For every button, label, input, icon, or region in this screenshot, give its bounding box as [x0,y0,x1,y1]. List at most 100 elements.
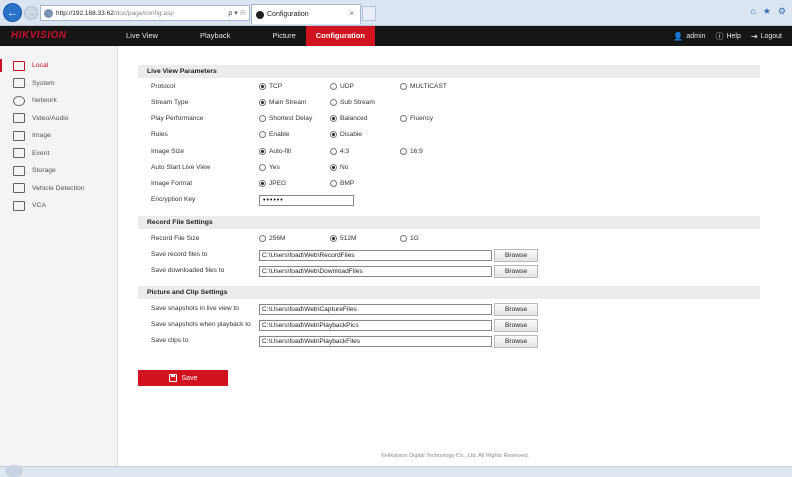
row-encryption-key: Encryption Key •••••• [151,195,751,207]
logout-label: Logout [760,32,782,40]
sidebar-item-storage[interactable]: Storage [0,162,117,180]
sidebar-item-local[interactable]: Local [0,57,117,75]
radio-rules-disable[interactable]: Disable [330,131,362,138]
encryption-key-input[interactable]: •••••• [259,195,354,206]
field-label: Auto Start Live View [151,164,211,171]
save-label: Save [181,374,198,382]
radio-512m[interactable]: 512M [330,235,357,242]
network-icon [13,95,25,106]
row-image-format: Image Format JPEG BMP [151,179,751,191]
logout-link[interactable]: ⇥ Logout [751,32,782,41]
radio-balanced[interactable]: Balanced [330,115,368,122]
radio-selected-icon [330,131,337,138]
radio-protocol-tcp[interactable]: TCP [259,83,282,90]
record-path-input[interactable]: C:\Users\foad\Web\RecordFiles [259,250,492,261]
radio-auto-fill[interactable]: Auto-fill [259,148,291,155]
star-icon[interactable]: ★ [763,6,771,17]
tab-close-icon[interactable]: × [349,9,354,18]
monitor-icon [13,60,25,71]
row-image-size: Image Size Auto-fill 4:3 16:9 [151,147,751,159]
browse-button[interactable]: Browse [494,249,538,262]
help-link[interactable]: ⓘ Help [715,31,740,42]
sidebar-item-system[interactable]: System [0,75,117,93]
radio-jpeg[interactable]: JPEG [259,180,286,187]
nav-live-view[interactable]: Live View [116,26,168,46]
new-tab-button[interactable] [362,6,376,21]
sidebar-item-label: Video/Audio [32,114,69,122]
start-orb-icon[interactable] [5,465,23,477]
radio-auto-start-yes[interactable]: Yes [259,164,280,171]
radio-selected-icon [259,180,266,187]
nav-configuration[interactable]: Configuration [305,26,375,46]
capture-path-input[interactable]: C:\Users\foad\Web\CaptureFiles [259,304,492,315]
url-host: http://192.168.33.62 [56,9,114,17]
image-icon [13,130,25,141]
sidebar-item-video-audio[interactable]: Video/Audio [0,110,117,128]
browser-tab[interactable]: Configuration × [251,4,361,24]
field-label: Play Performance [151,115,204,122]
back-arrow-icon[interactable]: ← [3,3,22,22]
download-path-input[interactable]: C:\Users\foad\Web\DownloadFiles [259,266,492,277]
radio-protocol-udp[interactable]: UDP [330,83,354,90]
save-button[interactable]: Save [138,370,228,386]
search-refresh-icon[interactable]: ρ ▾ ☉ [228,9,246,17]
field-label: Image Format [151,180,193,187]
radio-icon [330,180,337,187]
playback-pics-path-input[interactable]: C:\Users\foad\Web\PlaybackPics [259,320,492,331]
field-label: Protocol [151,83,176,90]
radio-4-3[interactable]: 4:3 [330,148,349,155]
option-label: Enable [269,131,290,138]
home-icon[interactable]: ⌂ [750,6,755,17]
browse-button[interactable]: Browse [494,303,538,316]
option-label: 16:9 [410,148,423,155]
browse-button[interactable]: Browse [494,319,538,332]
option-label: Yes [269,164,280,171]
radio-rules-enable[interactable]: Enable [259,131,290,138]
radio-protocol-multicast[interactable]: MULTICAST [400,83,447,90]
option-label: No [340,164,349,171]
radio-shortest-delay[interactable]: Shortest Delay [259,115,312,122]
field-label: Save snapshots when playback to [151,321,251,328]
browse-button[interactable]: Browse [494,265,538,278]
radio-1g[interactable]: 1G [400,235,419,242]
sidebar-item-event[interactable]: Event [0,145,117,163]
globe-icon [44,8,53,18]
option-label: Auto-fill [269,148,291,155]
nav-playback[interactable]: Playback [190,26,240,46]
sidebar-item-label: Network [32,97,57,105]
radio-bmp[interactable]: BMP [330,180,354,187]
address-bar[interactable]: http://192.168.33.62 /doc/page/config.as… [40,5,250,21]
sidebar-item-network[interactable]: Network [0,92,117,110]
radio-auto-start-no[interactable]: No [330,164,348,171]
forward-arrow-icon[interactable]: → [24,6,38,20]
radio-main-stream[interactable]: Main Stream [259,99,306,106]
radio-icon [259,115,266,122]
sidebar-item-vca[interactable]: VCA [0,197,117,215]
browse-button[interactable]: Browse [494,335,538,348]
option-label: UDP [340,83,354,90]
row-save-download: Save downloaded files to C:\Users\foad\W… [151,265,751,278]
section-record-files: Record File Settings [138,216,760,229]
browser-toolbar-icons: ⌂ ★ ⚙ [750,6,786,17]
gear-icon[interactable]: ⚙ [778,6,786,17]
sidebar-item-label: Image [32,132,51,140]
radio-16-9[interactable]: 16:9 [400,148,423,155]
radio-icon [330,99,337,106]
sidebar-item-image[interactable]: Image [0,127,117,145]
radio-icon [259,164,266,171]
row-save-clips: Save clips to C:\Users\foad\Web\Playback… [151,335,751,348]
radio-sub-stream[interactable]: Sub Stream [330,99,375,106]
nav-picture[interactable]: Picture [262,26,305,46]
sidebar-item-label: VCA [32,202,46,210]
field-label: Save downloaded files to [151,267,225,274]
radio-fluency[interactable]: Fluency [400,115,433,122]
radio-icon [259,235,266,242]
sidebar-item-vehicle-detection[interactable]: Vehicle Detection [0,180,117,198]
radio-selected-icon [330,164,337,171]
help-label: Help [726,32,741,40]
radio-256m[interactable]: 256M [259,235,286,242]
user-menu[interactable]: 👤 admin [673,32,705,41]
radio-icon [400,148,407,155]
clips-path-input[interactable]: C:\Users\foad\Web\PlaybackFiles [259,336,492,347]
row-play-performance: Play Performance Shortest Delay Balanced… [151,114,751,126]
